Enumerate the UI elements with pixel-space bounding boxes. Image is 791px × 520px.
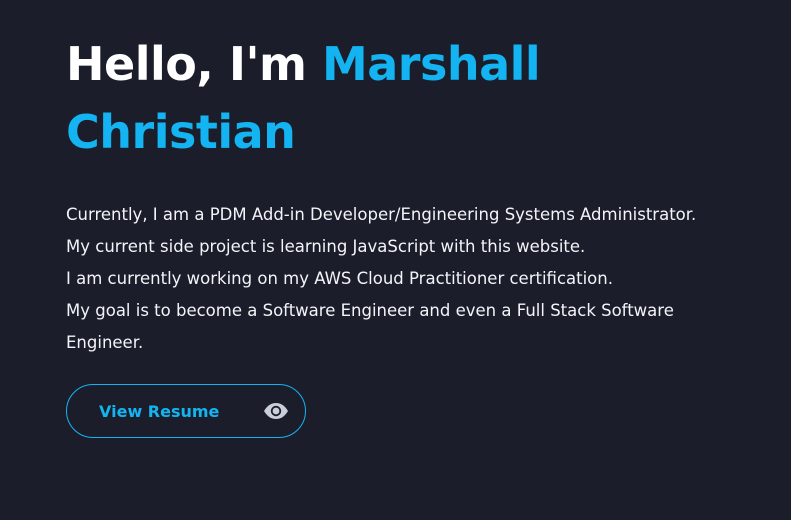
greeting-text: Hello, I'm	[66, 37, 322, 91]
bio-line: My current side project is learning Java…	[66, 237, 586, 256]
bio-paragraph: Currently, I am a PDM Add-in Developer/E…	[66, 199, 766, 359]
hero-title: Hello, I'm Marshall Christian	[66, 30, 766, 166]
hero-section: Hello, I'm Marshall Christian Currently,…	[66, 30, 766, 359]
hero-name-last: Christian	[66, 105, 296, 159]
bio-line: Currently, I am a PDM Add-in Developer/E…	[66, 205, 697, 224]
bio-line: I am currently working on my AWS Cloud P…	[66, 269, 613, 288]
bio-line: My goal is to become a Software Engineer…	[66, 301, 674, 320]
eye-icon	[263, 402, 289, 420]
bio-line: Engineer.	[66, 333, 144, 352]
view-resume-button[interactable]: View Resume	[66, 384, 306, 438]
view-resume-label: View Resume	[99, 401, 220, 421]
hero-name-first: Marshall	[321, 37, 541, 91]
